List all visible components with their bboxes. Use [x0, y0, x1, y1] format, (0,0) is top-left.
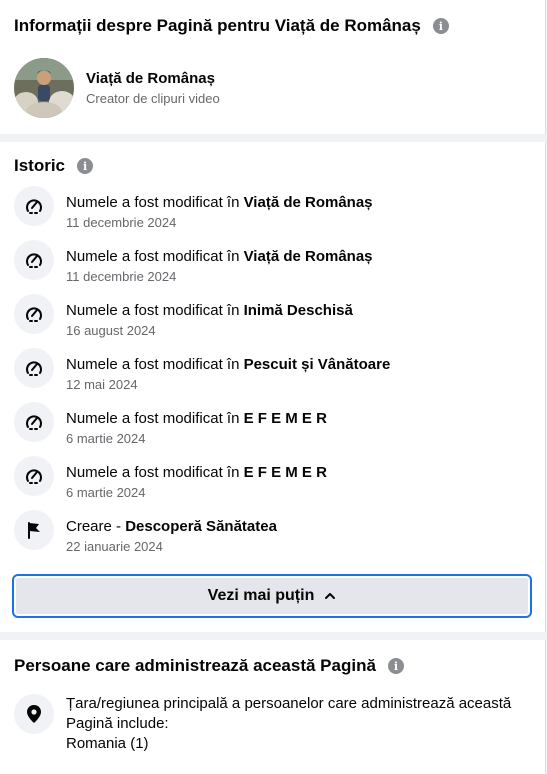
history-item: Numele a fost modificat în Pescuit și Vâ…	[14, 348, 535, 402]
history-item-date: 11 decembrie 2024	[66, 269, 177, 284]
location-pin-icon	[14, 694, 54, 734]
info-icon[interactable]: i	[432, 18, 449, 34]
history-item-prefix: Creare -	[66, 518, 126, 535]
history-item-name: Pescuit și Vânătoare	[243, 356, 391, 373]
history-header: Istoric i	[14, 156, 94, 176]
admins-title: Persoane care administrează această Pagi…	[14, 656, 376, 675]
history-list: Numele a fost modificat în Viață de Româ…	[14, 186, 535, 564]
info-icon[interactable]: i	[77, 158, 94, 174]
admins-location-value: Romania (1)	[66, 735, 149, 752]
admins-location-text: Țara/regiunea principală a persoanelor c…	[66, 695, 512, 732]
history-item: Numele a fost modificat în Viață de Româ…	[14, 186, 535, 240]
rename-icon	[14, 294, 54, 334]
history-item-name: E F E M E R	[243, 410, 327, 427]
history-item: Numele a fost modificat în Viață de Româ…	[14, 240, 535, 294]
admins-card: Persoane care administrează această Pagi…	[0, 640, 546, 774]
page-info-title: Informații despre Pagină pentru Viață de…	[14, 16, 421, 35]
history-title: Istoric	[14, 156, 66, 175]
history-item-date: 11 decembrie 2024	[66, 215, 177, 230]
see-less-label: Vezi mai puțin	[207, 587, 315, 604]
rename-icon	[14, 456, 54, 496]
history-item-name: Inimă Deschisă	[243, 302, 353, 319]
page-profile[interactable]: Viață de Românaș Creator de clipuri vide…	[14, 58, 220, 118]
info-icon[interactable]: i	[387, 658, 404, 674]
history-item-prefix: Numele a fost modificat în	[66, 194, 244, 211]
page-name[interactable]: Viață de Românaș	[86, 70, 220, 87]
history-item-prefix: Numele a fost modificat în	[66, 410, 244, 427]
admins-header: Persoane care administrează această Pagi…	[14, 656, 404, 676]
admins-location-row: Țara/regiunea principală a persoanelor c…	[14, 694, 535, 754]
history-item-name: Descoperă Sănătatea	[125, 518, 277, 535]
history-item-prefix: Numele a fost modificat în	[66, 302, 244, 319]
flag-icon	[14, 510, 54, 550]
history-item: Numele a fost modificat în E F E M E R 6…	[14, 402, 535, 456]
chevron-up-icon	[324, 590, 336, 602]
see-less-button[interactable]: Vezi mai puțin	[12, 574, 532, 618]
history-item-prefix: Numele a fost modificat în	[66, 248, 244, 265]
history-item-name: Viață de Românaș	[243, 194, 373, 211]
page-category: Creator de clipuri video	[86, 91, 220, 106]
history-item: Numele a fost modificat în E F E M E R 6…	[14, 456, 535, 510]
history-item-date: 16 august 2024	[66, 323, 156, 338]
history-item-name: Viață de Românaș	[243, 248, 373, 265]
history-item-prefix: Numele a fost modificat în	[66, 464, 244, 481]
history-item: Creare - Descoperă Sănătatea 22 ianuarie…	[14, 510, 535, 564]
rename-icon	[14, 240, 54, 280]
avatar[interactable]	[14, 58, 74, 118]
history-item-name: E F E M E R	[243, 464, 327, 481]
history-item-date: 22 ianuarie 2024	[66, 539, 163, 554]
page-info-card: Informații despre Pagină pentru Viață de…	[0, 0, 546, 134]
rename-icon	[14, 402, 54, 442]
history-item-date: 6 martie 2024	[66, 431, 146, 446]
history-item-prefix: Numele a fost modificat în	[66, 356, 244, 373]
history-card: Istoric i Numele a fost modificat în Via…	[0, 142, 546, 632]
history-item-date: 12 mai 2024	[66, 377, 138, 392]
history-item-date: 6 martie 2024	[66, 485, 146, 500]
page-info-header: Informații despre Pagină pentru Viață de…	[14, 16, 449, 36]
rename-icon	[14, 348, 54, 388]
history-item: Numele a fost modificat în Inimă Deschis…	[14, 294, 535, 348]
rename-icon	[14, 186, 54, 226]
